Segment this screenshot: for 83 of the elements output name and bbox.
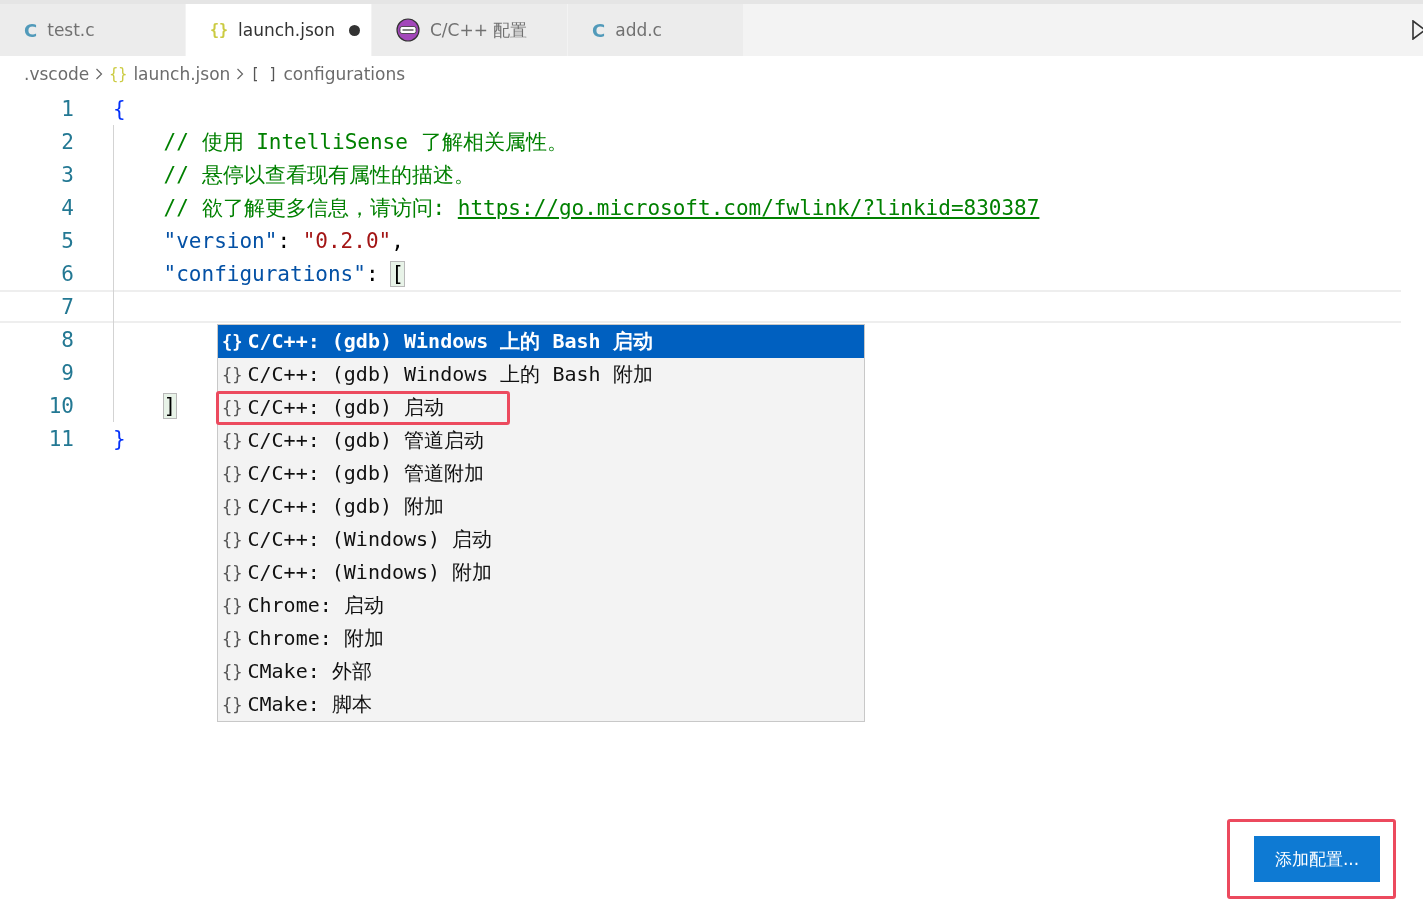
code-token: } [113, 426, 126, 451]
editor-tab[interactable]: {} launch.json [186, 4, 372, 56]
line-number: 7 [60, 294, 75, 319]
suggestion-label: C/C++: (gdb) 管道启动 [247, 427, 485, 454]
line-number: 9 [60, 360, 75, 385]
code-token: "0.2.0" [302, 228, 392, 253]
array-icon: [ ] [250, 65, 278, 83]
braces-icon: {} [222, 628, 243, 649]
suggestion-item[interactable]: {} C/C++: (gdb) 管道启动 [218, 424, 864, 457]
braces-icon: {} [222, 430, 243, 451]
braces-icon: {} [222, 364, 243, 385]
suggestion-item[interactable]: {} C/C++: (gdb) 启动 [218, 391, 864, 424]
suggestion-label: C/C++: (Windows) 附加 [247, 559, 493, 586]
code-token: // 悬停以查看现有属性的描述。 [163, 162, 475, 187]
chevron-icon [95, 68, 104, 80]
suggestion-item[interactable]: {} C/C++: (Windows) 启动 [218, 523, 864, 556]
line-number: 3 [60, 162, 75, 187]
braces-icon: {} [222, 529, 243, 550]
tab-label: test.c [47, 20, 95, 40]
line-number: 8 [60, 327, 75, 352]
tab-label: add.c [615, 20, 662, 40]
line-number: 6 [60, 261, 75, 286]
chevron-icon [236, 68, 245, 80]
suggestion-label: C/C++: (gdb) Windows 上的 Bash 附加 [247, 361, 653, 388]
matched-bracket: ] [163, 393, 177, 418]
add-configuration-button[interactable]: 添加配置... [1254, 836, 1380, 882]
breadcrumb-item[interactable]: launch.json [133, 64, 231, 84]
suggestion-label: CMake: 脚本 [247, 691, 372, 718]
breadcrumb-item[interactable]: configurations [283, 64, 406, 84]
code-token: "version" [163, 228, 278, 253]
suggestion-item[interactable]: {} C/C++: (gdb) Windows 上的 Bash 启动 [218, 325, 864, 358]
code-token: "configurations" [163, 261, 366, 286]
settings-badge-icon [396, 18, 420, 42]
suggestion-item[interactable]: {} CMake: 外部 [218, 655, 864, 688]
code-token: : [277, 228, 292, 253]
braces-icon: {} [222, 661, 243, 682]
c-file-icon: C [24, 19, 38, 41]
code-token: // 欲了解更多信息，请访问: [163, 195, 447, 220]
suggestion-item[interactable]: {} C/C++: (Windows) 附加 [218, 556, 864, 589]
suggestion-item[interactable]: {} CMake: 脚本 [218, 688, 864, 721]
tab-label: C/C++ 配置 [430, 18, 528, 42]
tab-label: launch.json [238, 20, 336, 40]
line-number: 1 [60, 96, 75, 121]
line-number: 2 [60, 129, 75, 154]
line-number: 5 [60, 228, 75, 253]
unsaved-dot-icon [349, 24, 361, 36]
suggestion-label: C/C++: (gdb) 管道附加 [247, 460, 485, 487]
braces-icon: {} [222, 496, 243, 517]
suggestion-label: CMake: 外部 [247, 658, 372, 685]
link[interactable]: https://go.microsoft.com/fwlink/?linkid=830387 [457, 195, 1040, 220]
editor-tab[interactable]: C/C++ 配置 [372, 4, 568, 56]
matched-bracket: [ [391, 261, 404, 286]
suggestion-label: C/C++: (gdb) 附加 [247, 493, 445, 520]
code-token: { [113, 96, 126, 121]
code-token: , [391, 228, 404, 253]
suggestion-label: Chrome: 启动 [247, 592, 384, 619]
suggestion-label: C/C++: (gdb) 启动 [247, 394, 445, 421]
braces-icon: {} [222, 694, 243, 715]
suggestion-item[interactable]: {} C/C++: (gdb) Windows 上的 Bash 附加 [218, 358, 864, 391]
line-number: 4 [60, 195, 75, 220]
braces-icon: {} [222, 331, 243, 352]
editor-tab[interactable]: C test.c [0, 4, 186, 56]
suggestion-item[interactable]: {} C/C++: (gdb) 附加 [218, 490, 864, 523]
braces-icon: {} [222, 595, 243, 616]
code-token: : [365, 261, 380, 286]
run-icon[interactable] [1412, 20, 1423, 40]
braces-icon: {} [222, 397, 243, 418]
braces-icon: {} [210, 21, 229, 39]
suggestion-label: C/C++: (Windows) 启动 [247, 526, 493, 553]
braces-icon: {} [222, 463, 243, 484]
suggestion-item[interactable]: {} Chrome: 附加 [218, 622, 864, 655]
editor-tab[interactable]: C add.c [568, 4, 744, 56]
braces-icon: {} [222, 562, 243, 583]
line-number: 10 [47, 393, 75, 418]
c-file-icon: C [592, 19, 606, 41]
suggestion-item[interactable]: {} Chrome: 启动 [218, 589, 864, 622]
suggestion-label: Chrome: 附加 [247, 625, 384, 652]
line-number: 11 [47, 426, 75, 451]
suggestion-item[interactable]: {} C/C++: (gdb) 管道附加 [218, 457, 864, 490]
breadcrumb-item[interactable]: .vscode [24, 64, 90, 84]
suggestion-label: C/C++: (gdb) Windows 上的 Bash 启动 [247, 328, 653, 355]
code-token: // 使用 IntelliSense 了解相关属性。 [163, 129, 568, 154]
braces-icon: {} [109, 65, 128, 83]
